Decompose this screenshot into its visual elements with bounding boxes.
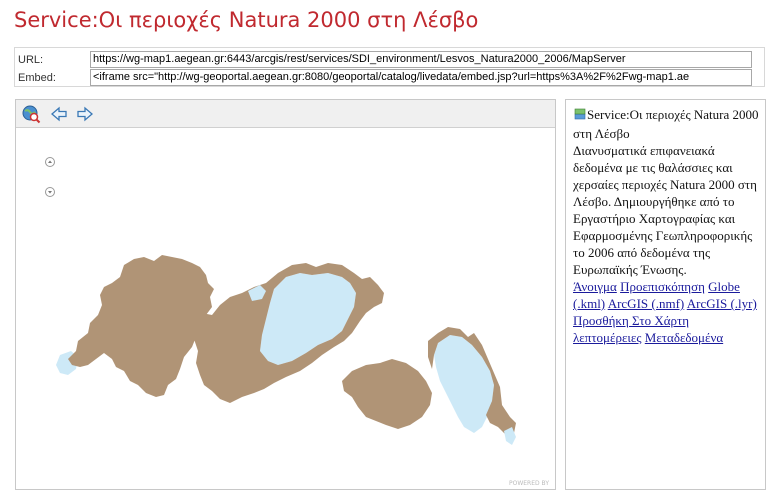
service-links: Άνοιγμα Προεπισκόπηση Globe (.kml) ArcGI… xyxy=(573,278,759,346)
info-panel: Service:Οι περιοχές Natura 2000 στη Λέσβ… xyxy=(565,99,766,490)
arcgis-nmf-link[interactable]: ArcGIS (.nmf) xyxy=(608,296,685,311)
embed-row: Embed: <iframe src="http://wg-geoportal.… xyxy=(15,69,764,87)
embed-field[interactable]: <iframe src="http://wg-geoportal.aegean.… xyxy=(90,69,752,86)
map-toolbar xyxy=(16,100,555,128)
url-field[interactable]: https://wg-map1.aegean.gr:6443/arcgis/re… xyxy=(90,51,752,68)
map-canvas[interactable] xyxy=(16,127,555,489)
forward-arrow-icon[interactable] xyxy=(75,104,95,124)
open-link[interactable]: Άνοιγμα xyxy=(573,279,617,294)
powered-by-esri: POWERED BY xyxy=(508,480,549,487)
map-panel: POWERED BY xyxy=(15,99,556,490)
preview-link[interactable]: Προεπισκόπηση xyxy=(620,279,705,294)
service-title: Service:Οι περιοχές Natura 2000 στη Λέσβ… xyxy=(573,107,759,141)
add-to-map-link[interactable]: Προσθήκη Στο Χάρτη xyxy=(573,313,689,328)
details-link[interactable]: λεπτομέρειες xyxy=(573,330,642,345)
url-row: URL: https://wg-map1.aegean.gr:6443/arcg… xyxy=(15,51,764,69)
service-description: Διανυσματικά επιφανειακά δεδομένα με τις… xyxy=(573,143,757,277)
natura-area-east-marine xyxy=(434,335,494,433)
url-embed-box: URL: https://wg-map1.aegean.gr:6443/arcg… xyxy=(14,47,765,87)
embed-label: Embed: xyxy=(18,72,56,84)
globe-search-icon[interactable] xyxy=(21,104,41,124)
natura-area-southeast-land xyxy=(342,359,432,429)
page-title: Service:Οι περιοχές Natura 2000 στη Λέσβ… xyxy=(14,8,479,32)
back-arrow-icon[interactable] xyxy=(49,104,69,124)
url-label: URL: xyxy=(18,54,44,66)
metadata-link[interactable]: Μεταδεδομένα xyxy=(645,330,723,345)
natura-area-west-land xyxy=(68,255,214,397)
layer-icon xyxy=(573,107,587,125)
arcgis-lyr-link[interactable]: ArcGIS (.lyr) xyxy=(687,296,757,311)
